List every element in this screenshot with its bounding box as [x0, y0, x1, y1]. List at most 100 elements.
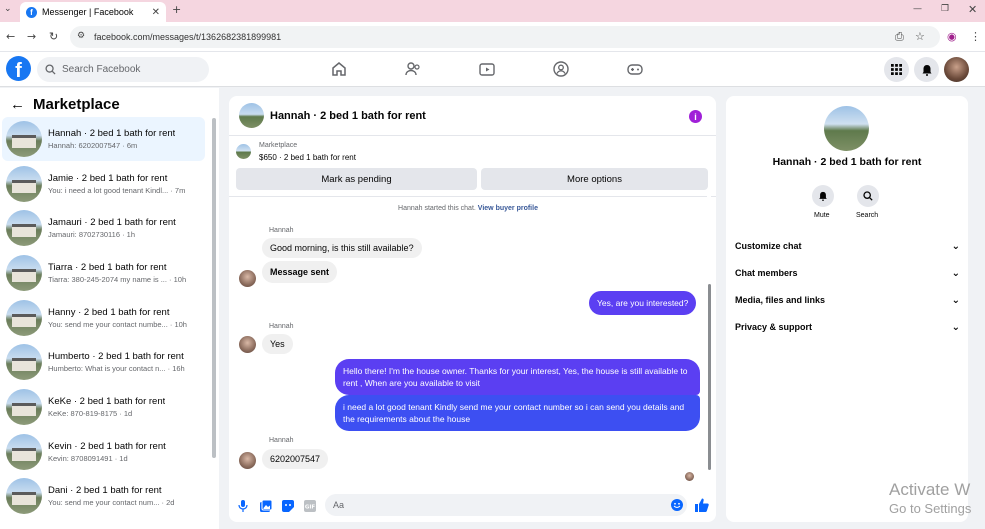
conversation-name: Hanny · 2 bed 1 bath for rent: [48, 307, 170, 318]
info-icon[interactable]: i: [689, 110, 702, 123]
mark-as-pending-button[interactable]: Mark as pending: [236, 168, 477, 190]
gif-icon[interactable]: GIF: [304, 500, 316, 512]
chat-title[interactable]: Hannah · 2 bed 1 bath for rent: [270, 110, 426, 122]
info-section-row[interactable]: Chat members ⌄: [735, 263, 960, 283]
notifications-button[interactable]: [914, 57, 939, 82]
search-icon: [863, 191, 873, 201]
listing-banner: Marketplace $650 · 2 bed 1 bath for rent…: [229, 137, 716, 197]
system-note: Hannah started this chat. View buyer pro…: [229, 205, 707, 212]
conversation-preview: Kevin: 8708091491 · 1d: [48, 454, 166, 463]
chat-info-panel: Hannah · 2 bed 1 bath for rent Mute Sear…: [726, 96, 968, 522]
photo-icon[interactable]: [260, 500, 272, 512]
incoming-message[interactable]: Good morning, is this still available?: [262, 238, 422, 258]
chevron-down-icon: ⌄: [951, 321, 960, 333]
search-facebook-input[interactable]: Search Facebook: [37, 57, 209, 82]
microphone-icon[interactable]: [238, 500, 248, 512]
preview-text: KeKe: 870-819-8175 · 1d: [48, 409, 133, 418]
profile-avatar[interactable]: [944, 57, 969, 82]
browser-tab[interactable]: f Messenger | Facebook ✕: [20, 2, 166, 22]
info-section-row[interactable]: Privacy & support ⌄: [735, 317, 960, 337]
incoming-message[interactable]: Yes: [262, 334, 293, 354]
mute-button[interactable]: [812, 185, 834, 207]
sender-avatar[interactable]: [239, 452, 256, 469]
chat-avatar[interactable]: [239, 103, 264, 128]
home-icon[interactable]: [330, 60, 348, 78]
outgoing-message[interactable]: Yes, are you interested?: [589, 291, 697, 315]
seen-indicator-avatar: [685, 472, 694, 481]
contact-avatar[interactable]: [824, 106, 869, 151]
conversation-item[interactable]: Jamauri · 2 bed 1 bath for rent Jamauri: …: [2, 206, 205, 250]
conversation-item[interactable]: Hanny · 2 bed 1 bath for rent You: send m…: [2, 296, 205, 340]
like-thumb-icon[interactable]: [695, 498, 709, 512]
groups-icon[interactable]: [552, 60, 570, 78]
back-icon[interactable]: ←: [6, 30, 15, 43]
url-text: facebook.com/messages/t/1362682381899981: [94, 32, 282, 42]
search-icon: [45, 64, 56, 75]
install-icon[interactable]: ⎙: [895, 30, 904, 44]
search-conversation-button[interactable]: [857, 185, 879, 207]
sticker-icon[interactable]: [282, 500, 294, 512]
view-buyer-profile-link[interactable]: View buyer profile: [478, 205, 538, 212]
listing-text[interactable]: $650 · 2 bed 1 bath for rent: [259, 153, 356, 162]
preview-text: You: i need a lot good tenant Kindl...: [48, 186, 169, 195]
browser-menu-icon[interactable]: ⋮: [970, 30, 981, 43]
chevron-down-icon: ⌄: [951, 294, 960, 306]
conversation-item[interactable]: Tiarra · 2 bed 1 bath for rent Tiarra: 38…: [2, 251, 205, 295]
bell-icon: [922, 64, 931, 76]
sidebar-scrollbar[interactable]: [212, 118, 216, 458]
outgoing-message[interactable]: i need a lot good tenant Kindly send me …: [335, 395, 700, 431]
thread-scrollbar[interactable]: [708, 284, 711, 470]
search-label: Search: [856, 212, 879, 219]
listing-thumbnail[interactable]: [236, 144, 251, 159]
incoming-message[interactable]: Message sent: [262, 261, 338, 283]
sender-avatar[interactable]: [239, 270, 256, 287]
more-options-button[interactable]: More options: [481, 168, 708, 190]
sidebar-header: ← Marketplace: [10, 96, 120, 113]
conversation-item[interactable]: Hannah · 2 bed 1 bath for rent Hannah: 62…: [2, 117, 205, 161]
conversation-preview: KeKe: 870-819-8175 · 1d: [48, 409, 165, 418]
profile-icon[interactable]: ◉: [947, 30, 957, 43]
conversation-item[interactable]: Kevin · 2 bed 1 bath for rent Kevin: 8708…: [2, 430, 205, 474]
preview-text: Jamauri: 8702730116 · 1h: [48, 230, 136, 239]
conversation-item[interactable]: Humberto · 2 bed 1 bath for rent Humberto…: [2, 340, 205, 384]
system-note-text: Hannah started this chat.: [398, 205, 476, 212]
outgoing-message[interactable]: Hello there! I'm the house owner. Thanks…: [335, 359, 700, 395]
menu-grid-icon: [891, 64, 902, 75]
forward-icon[interactable]: →: [27, 30, 36, 43]
reload-icon[interactable]: ↻: [49, 30, 58, 43]
info-section-row[interactable]: Media, files and links ⌄: [735, 290, 960, 310]
gaming-icon[interactable]: [626, 60, 644, 78]
bookmark-star-icon[interactable]: ☆: [915, 30, 925, 43]
back-arrow-icon[interactable]: ←: [10, 96, 25, 113]
url-field[interactable]: ⚙ facebook.com/messages/t/13626823818999…: [70, 26, 940, 48]
tab-close-icon[interactable]: ✕: [152, 7, 160, 18]
conversation-item[interactable]: Dani · 2 bed 1 bath for rent You: send me…: [2, 474, 205, 518]
friends-icon[interactable]: [404, 60, 422, 78]
chat-panel: Hannah · 2 bed 1 bath for rent i Marketp…: [229, 96, 716, 522]
message-thread: Hannah started this chat. View buyer pro…: [229, 198, 716, 490]
tab-search-icon[interactable]: ⌄: [4, 4, 12, 14]
sender-name: Hannah: [269, 227, 294, 234]
chat-header: Hannah · 2 bed 1 bath for rent i: [229, 96, 716, 136]
message-input-placeholder: Aa: [333, 500, 345, 510]
info-section-row[interactable]: Customize chat ⌄: [735, 236, 960, 256]
site-info-icon[interactable]: ⚙: [77, 31, 85, 41]
minimize-icon[interactable]: —: [913, 4, 922, 14]
facebook-logo[interactable]: f: [6, 56, 31, 81]
new-tab-button[interactable]: +: [172, 3, 181, 16]
maximize-icon[interactable]: ❐: [941, 4, 949, 14]
conversation-name: Kevin · 2 bed 1 bath for rent: [48, 441, 166, 452]
conversation-item[interactable]: Jamie · 2 bed 1 bath for rent You: i need…: [2, 162, 205, 206]
sender-avatar[interactable]: [239, 336, 256, 353]
message-input[interactable]: Aa: [325, 494, 687, 516]
menu-grid-button[interactable]: [884, 57, 909, 82]
window-close-icon[interactable]: ✕: [968, 3, 977, 16]
emoji-icon[interactable]: [671, 499, 683, 511]
watch-icon[interactable]: [478, 60, 496, 78]
conversation-name: KeKe · 2 bed 1 bath for rent: [48, 396, 166, 407]
watermark-line1: Activate W: [889, 480, 971, 499]
incoming-message[interactable]: 6202007547: [262, 449, 329, 469]
sender-name: Hannah: [269, 323, 294, 330]
listing-thumbnail: [6, 255, 42, 291]
conversation-item[interactable]: KeKe · 2 bed 1 bath for rent KeKe: 870-81…: [2, 385, 205, 429]
